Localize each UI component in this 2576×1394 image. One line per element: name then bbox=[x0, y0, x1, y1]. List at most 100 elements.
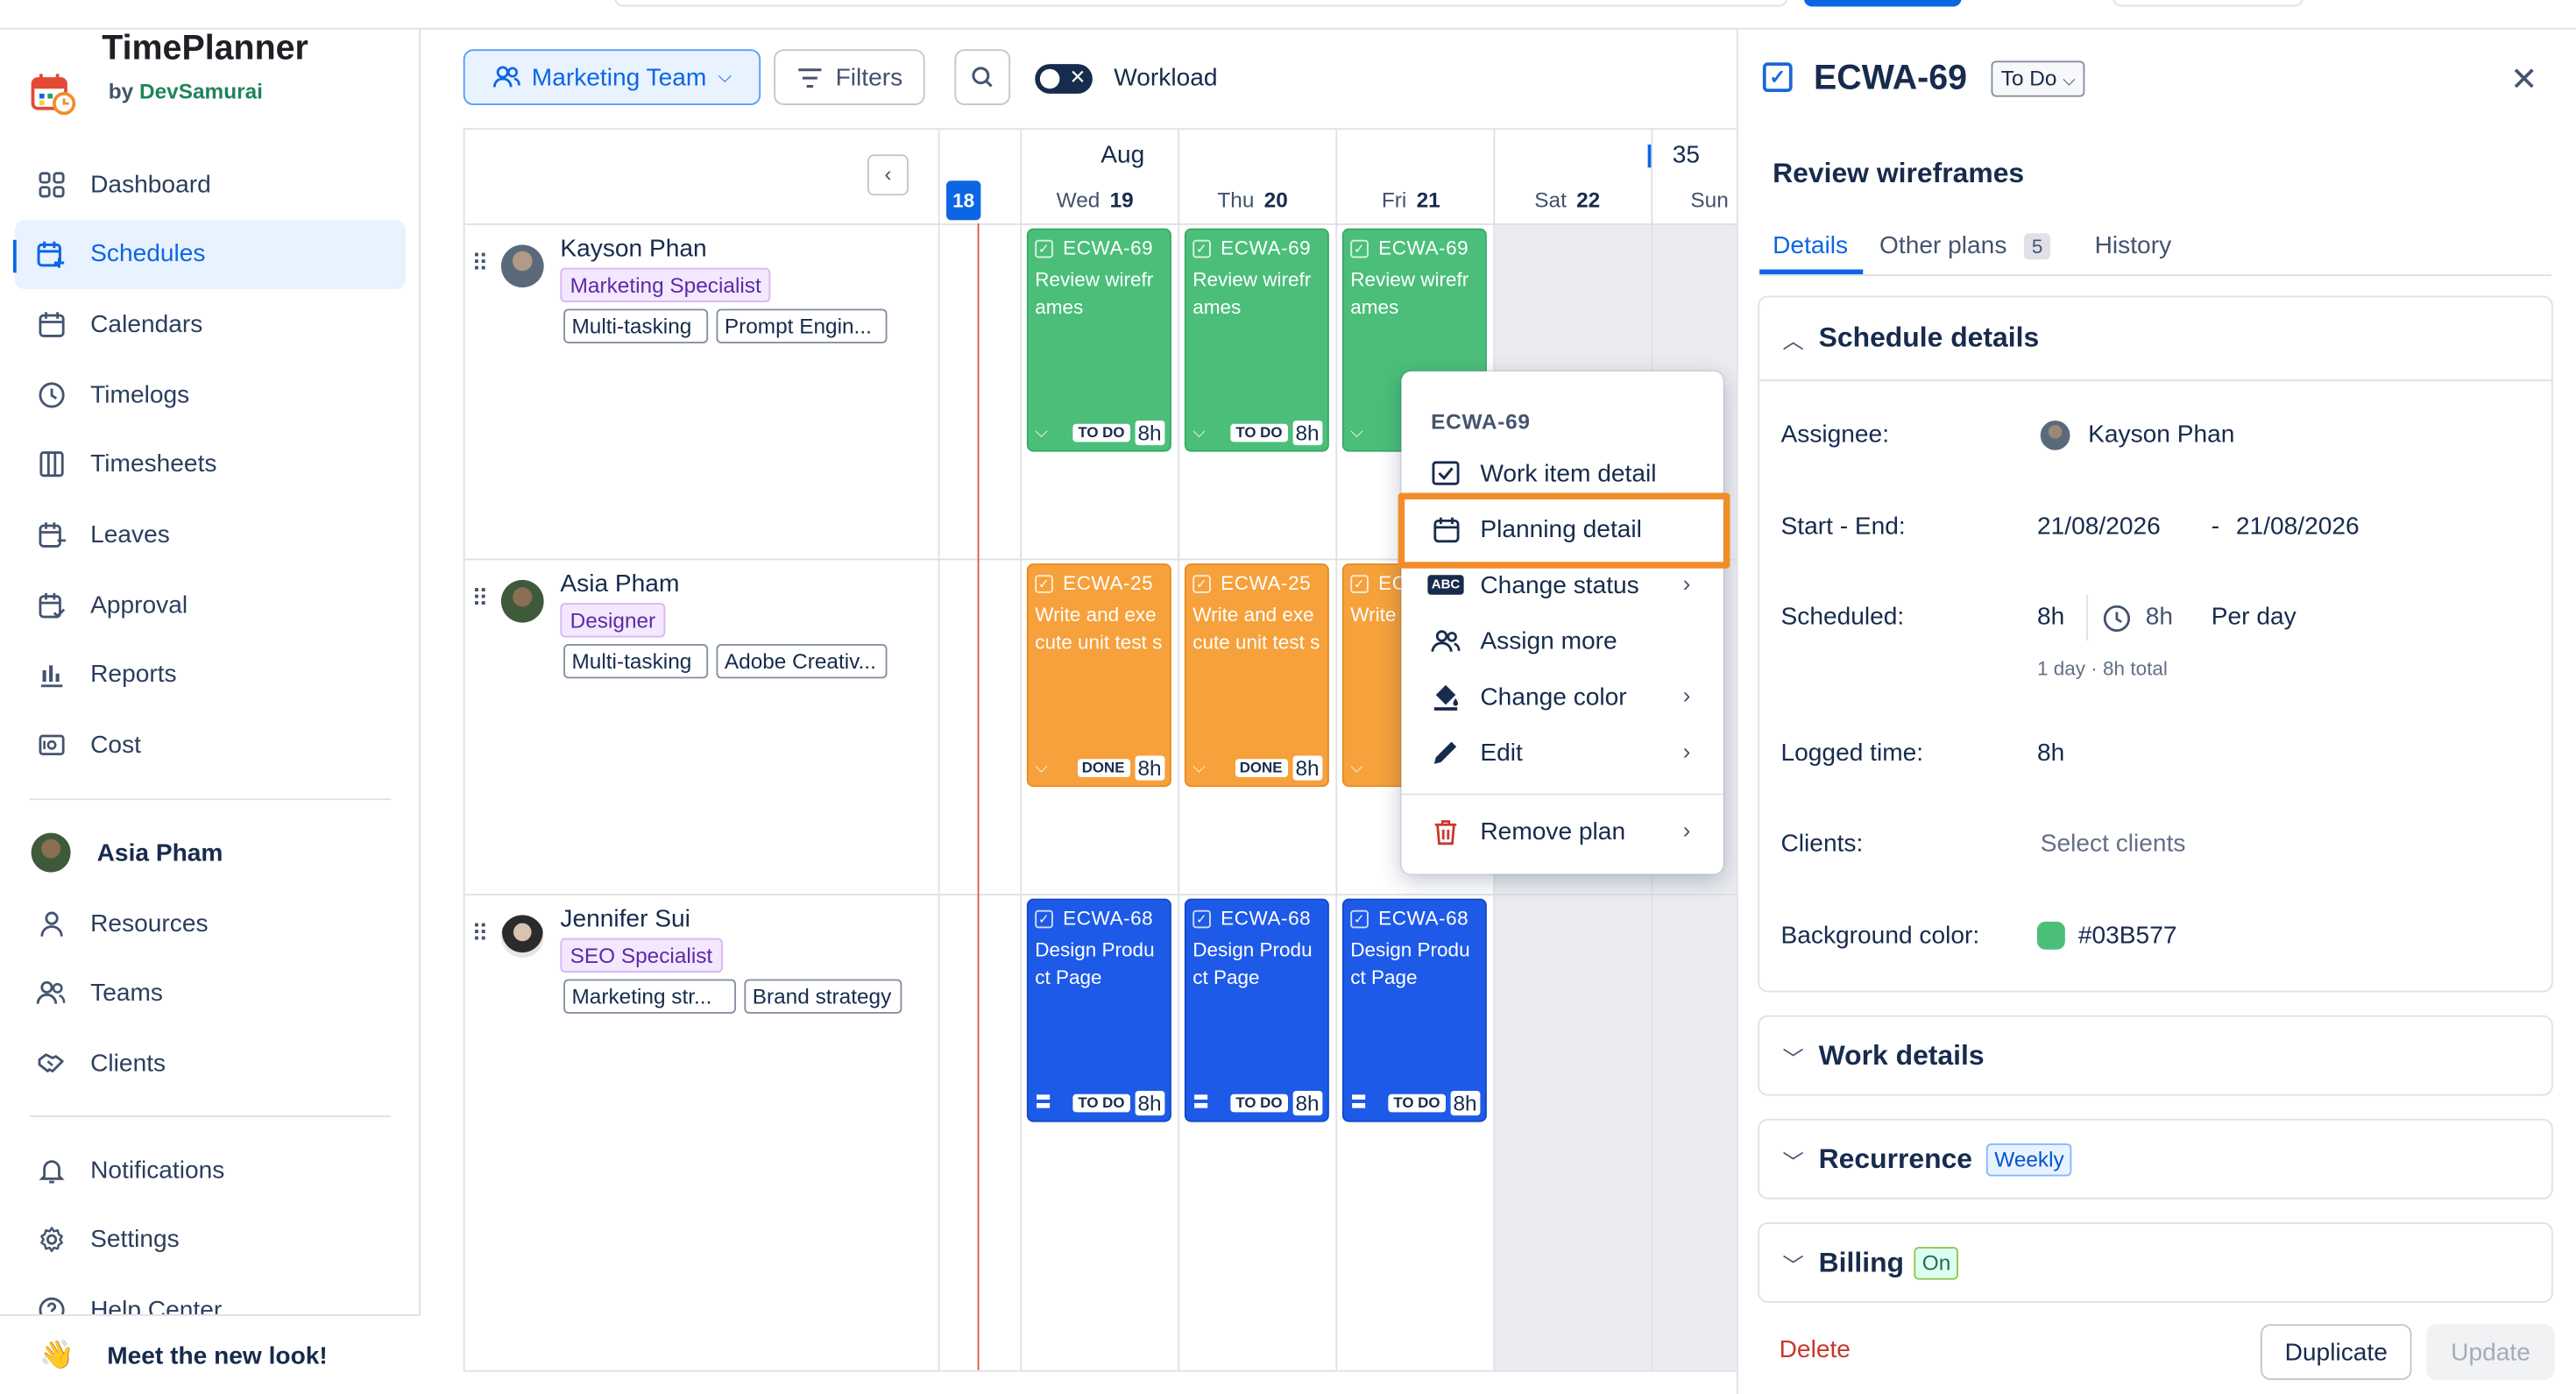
sidebar-item-label: Dashboard bbox=[90, 170, 211, 198]
filters-button[interactable]: Filters bbox=[774, 49, 925, 105]
team-icon bbox=[492, 66, 520, 88]
drag-handle-icon[interactable]: ⠿ bbox=[471, 586, 488, 609]
day-number: 21 bbox=[1416, 187, 1440, 212]
sidebar-item-clients[interactable]: Clients bbox=[15, 1029, 406, 1098]
tab-other-plans[interactable]: Other plans 5 bbox=[1879, 231, 2051, 260]
planning-detail-highlight bbox=[1398, 492, 1730, 569]
sidebar-item-label: Teams bbox=[90, 979, 163, 1008]
sidebar-item-reports[interactable]: Reports bbox=[15, 640, 406, 710]
person-name: Kayson Phan bbox=[560, 235, 707, 263]
sidebar-item-timesheets[interactable]: Timesheets bbox=[15, 430, 406, 499]
chevron-right-icon: › bbox=[1682, 570, 1691, 597]
sidebar-user[interactable]: Asia Pham bbox=[15, 818, 406, 888]
top-primary-button[interactable] bbox=[1803, 0, 1962, 7]
billing-section[interactable]: ﹀ Billing On bbox=[1758, 1222, 2553, 1303]
meet-new-look-banner[interactable]: 👋 Meet the new look! bbox=[0, 1314, 421, 1394]
search-button[interactable] bbox=[954, 49, 1011, 105]
card-status: TO DO bbox=[1388, 1093, 1446, 1113]
card-title: Design Produ ct Page bbox=[1350, 938, 1470, 989]
billing-header: Billing bbox=[1818, 1247, 1905, 1278]
checkbox-icon: ✓ bbox=[1192, 575, 1211, 593]
team-selector[interactable]: Marketing Team ⌵ bbox=[463, 49, 761, 105]
drag-handle-icon[interactable]: ⠿ bbox=[471, 922, 488, 945]
schedule-details-section: ︿ Schedule details bbox=[1758, 295, 2553, 993]
card-key: ✓ ECWA-69 bbox=[1350, 235, 1478, 263]
tab-history[interactable]: History bbox=[2095, 231, 2172, 259]
drag-handle-icon[interactable]: ⠿ bbox=[471, 251, 488, 274]
field-divider bbox=[2086, 594, 2089, 641]
plan-card[interactable]: ✓ ECWA-25 Write and exe cute unit test s ⌵ D… bbox=[1026, 563, 1171, 788]
sidebar-item-cost[interactable]: Cost bbox=[15, 711, 406, 780]
color-swatch[interactable] bbox=[2037, 921, 2065, 950]
sidebar-item-schedules[interactable]: Schedules bbox=[14, 219, 407, 289]
avatar bbox=[500, 579, 544, 623]
tab-details[interactable]: Details bbox=[1773, 231, 1848, 259]
sidebar-item-teams[interactable]: Teams bbox=[15, 959, 406, 1028]
menu-item-assign-more[interactable]: Assign more bbox=[1401, 612, 1723, 669]
chevron-up-icon[interactable]: ︿ bbox=[1782, 323, 1803, 355]
per-day-hours-field[interactable]: 8h bbox=[2146, 603, 2173, 631]
plan-card[interactable]: ✓ ECWA-69 Review wirefr ames ⌵ TO DO 8h bbox=[1184, 228, 1329, 452]
collapse-chevron-left-icon[interactable]: ‹ bbox=[867, 154, 909, 196]
bg-color-value[interactable]: #03B577 bbox=[2078, 922, 2177, 950]
sidebar-item-timelogs[interactable]: Timelogs bbox=[15, 360, 406, 429]
calendar-icon bbox=[34, 308, 67, 341]
sidebar-item-resources[interactable]: Resources bbox=[15, 888, 406, 958]
card-status: DONE bbox=[1235, 759, 1288, 777]
per-day-dropdown[interactable]: Per day bbox=[2212, 603, 2296, 631]
sidebar-divider bbox=[29, 1115, 392, 1117]
sidebar-item-notifications[interactable]: Notifications bbox=[15, 1136, 406, 1205]
gear-icon bbox=[34, 1223, 67, 1256]
update-button[interactable]: Update bbox=[2426, 1324, 2555, 1380]
workload-toggle[interactable]: ✕ bbox=[1035, 64, 1093, 94]
sidebar-item-dashboard[interactable]: Dashboard bbox=[15, 150, 406, 219]
duplicate-button[interactable]: Duplicate bbox=[2261, 1324, 2412, 1380]
workload-label: Workload bbox=[1114, 64, 1218, 92]
card-status: TO DO bbox=[1230, 1093, 1288, 1113]
global-search-box[interactable] bbox=[614, 0, 1787, 7]
bg-color-label: Background color: bbox=[1780, 921, 1980, 950]
assignee-value[interactable]: Kayson Phan bbox=[2088, 421, 2234, 449]
recurrence-section[interactable]: ﹀ Recurrence Weekly bbox=[1758, 1118, 2553, 1199]
sidebar-item-approval[interactable]: Approval bbox=[15, 570, 406, 640]
week-marker bbox=[1647, 145, 1652, 168]
card-footer: ⌵ TO DO 8h bbox=[1035, 419, 1165, 447]
bar-chart-icon bbox=[34, 659, 67, 692]
grid-divider bbox=[1335, 130, 1338, 1370]
schedule-details-header[interactable]: Schedule details bbox=[1819, 322, 2040, 356]
sidebar-item-settings[interactable]: Settings bbox=[15, 1206, 406, 1275]
scheduled-hours-field[interactable]: 8h bbox=[2037, 603, 2064, 631]
checkbox-icon: ✓ bbox=[1035, 239, 1053, 258]
card-title: Write and exe cute unit test s bbox=[1035, 603, 1163, 655]
plan-card[interactable]: ✓ ECWA-69 Review wirefr ames ⌵ TO DO 8h bbox=[1026, 228, 1171, 452]
day-header: Fri 21 bbox=[1382, 188, 1440, 212]
delete-button[interactable]: Delete bbox=[1780, 1335, 1851, 1363]
card-key: ✓ ECWA-68 bbox=[1350, 905, 1478, 933]
plan-card[interactable]: ✓ ECWA-25 Write and exe cute unit test s ⌵ D… bbox=[1184, 563, 1329, 788]
plan-card[interactable]: ✓ ECWA-68 Design Produ ct Page 〓 TO DO 8h bbox=[1341, 898, 1487, 1122]
menu-item-remove-plan[interactable]: Remove plan › bbox=[1401, 803, 1723, 860]
plan-card[interactable]: ✓ ECWA-68 Design Produ ct Page 〓 TO DO 8h bbox=[1184, 898, 1329, 1122]
start-date-field[interactable]: 21/08/2026 bbox=[2037, 513, 2161, 541]
people-icon bbox=[1431, 626, 1461, 655]
clients-select[interactable]: Select clients bbox=[2041, 830, 2186, 858]
menu-item-change-color[interactable]: Change color › bbox=[1401, 669, 1723, 725]
app-title: TimePlanner bbox=[102, 29, 308, 67]
recurrence-header: Recurrence bbox=[1818, 1143, 1973, 1175]
close-panel-icon[interactable]: ✕ bbox=[2510, 60, 2537, 101]
sidebar-item-leaves[interactable]: Leaves bbox=[15, 500, 406, 570]
top-secondary-button[interactable] bbox=[2112, 0, 2304, 7]
abc-icon: ABC bbox=[1427, 570, 1464, 600]
work-details-section[interactable]: ﹀ Work details bbox=[1758, 1015, 2553, 1096]
menu-item-edit[interactable]: Edit › bbox=[1401, 725, 1723, 781]
card-title: Review wirefr ames bbox=[1192, 267, 1312, 319]
sidebar-item-calendars[interactable]: Calendars bbox=[15, 290, 406, 359]
status-dropdown[interactable]: To Do ⌵ bbox=[1991, 60, 2085, 97]
sidebar-divider bbox=[29, 798, 392, 801]
card-hours: 8h bbox=[1292, 755, 1323, 781]
end-date-field[interactable]: 21/08/2026 bbox=[2236, 513, 2360, 541]
avatar bbox=[500, 244, 544, 288]
card-hours: 8h bbox=[1134, 421, 1165, 446]
plan-card[interactable]: ✓ ECWA-68 Design Produ ct Page 〓 TO DO 8h bbox=[1026, 898, 1171, 1122]
day-header: Sun bbox=[1690, 188, 1738, 212]
